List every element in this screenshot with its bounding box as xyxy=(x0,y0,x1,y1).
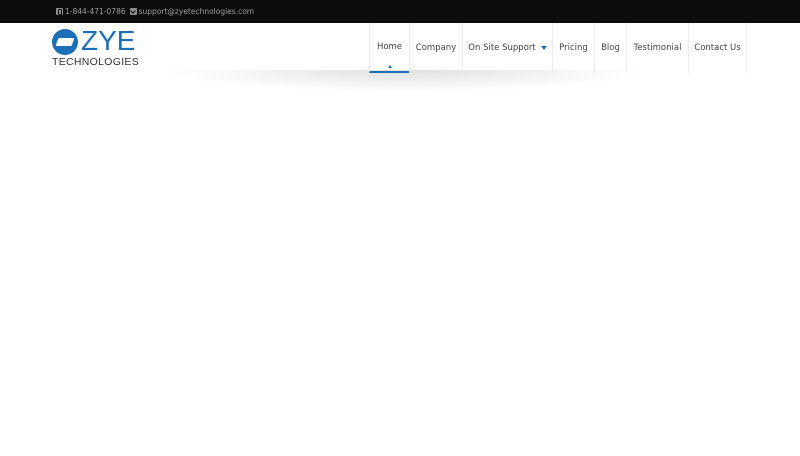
email-link[interactable]: support@zyetechnologies.com xyxy=(139,7,255,16)
nav-item-label: Home xyxy=(376,42,403,52)
logo-tagline: TECHNOLOGIES xyxy=(52,56,140,68)
site-logo[interactable]: ZYE TECHNOLOGIES xyxy=(52,25,140,68)
active-indicator-icon xyxy=(387,65,392,68)
logo-wordmark: ZYE xyxy=(81,25,136,56)
logo-mark-icon xyxy=(52,29,78,55)
main-nav: Home Company On Site Support Pricing Blo… xyxy=(369,23,747,73)
contact-info: 1-844-471-0786 support@zyetechnologies.c… xyxy=(56,0,254,23)
nav-item-pricing[interactable]: Pricing xyxy=(552,23,594,73)
nav-item-home[interactable]: Home xyxy=(369,23,409,73)
nav-item-label: On Site Support xyxy=(468,43,536,53)
nav-item-contact-us[interactable]: Contact Us xyxy=(688,23,747,73)
nav-item-label: Pricing xyxy=(559,43,588,53)
top-contact-bar: 1-844-471-0786 support@zyetechnologies.c… xyxy=(0,0,800,23)
nav-item-label: Testimonial xyxy=(633,43,682,53)
header-shadow xyxy=(60,70,750,102)
nav-item-label: Company xyxy=(415,43,457,53)
nav-item-on-site-support[interactable]: On Site Support xyxy=(462,23,552,73)
nav-item-blog[interactable]: Blog xyxy=(594,23,626,73)
nav-item-label: Contact Us xyxy=(694,43,741,53)
nav-item-label: Blog xyxy=(601,43,620,53)
phone-number[interactable]: 1-844-471-0786 xyxy=(65,7,126,16)
phone-icon xyxy=(56,8,63,15)
nav-item-testimonial[interactable]: Testimonial xyxy=(626,23,688,73)
caret-down-icon xyxy=(540,46,547,50)
nav-item-company[interactable]: Company xyxy=(409,23,462,73)
envelope-icon xyxy=(129,8,137,15)
